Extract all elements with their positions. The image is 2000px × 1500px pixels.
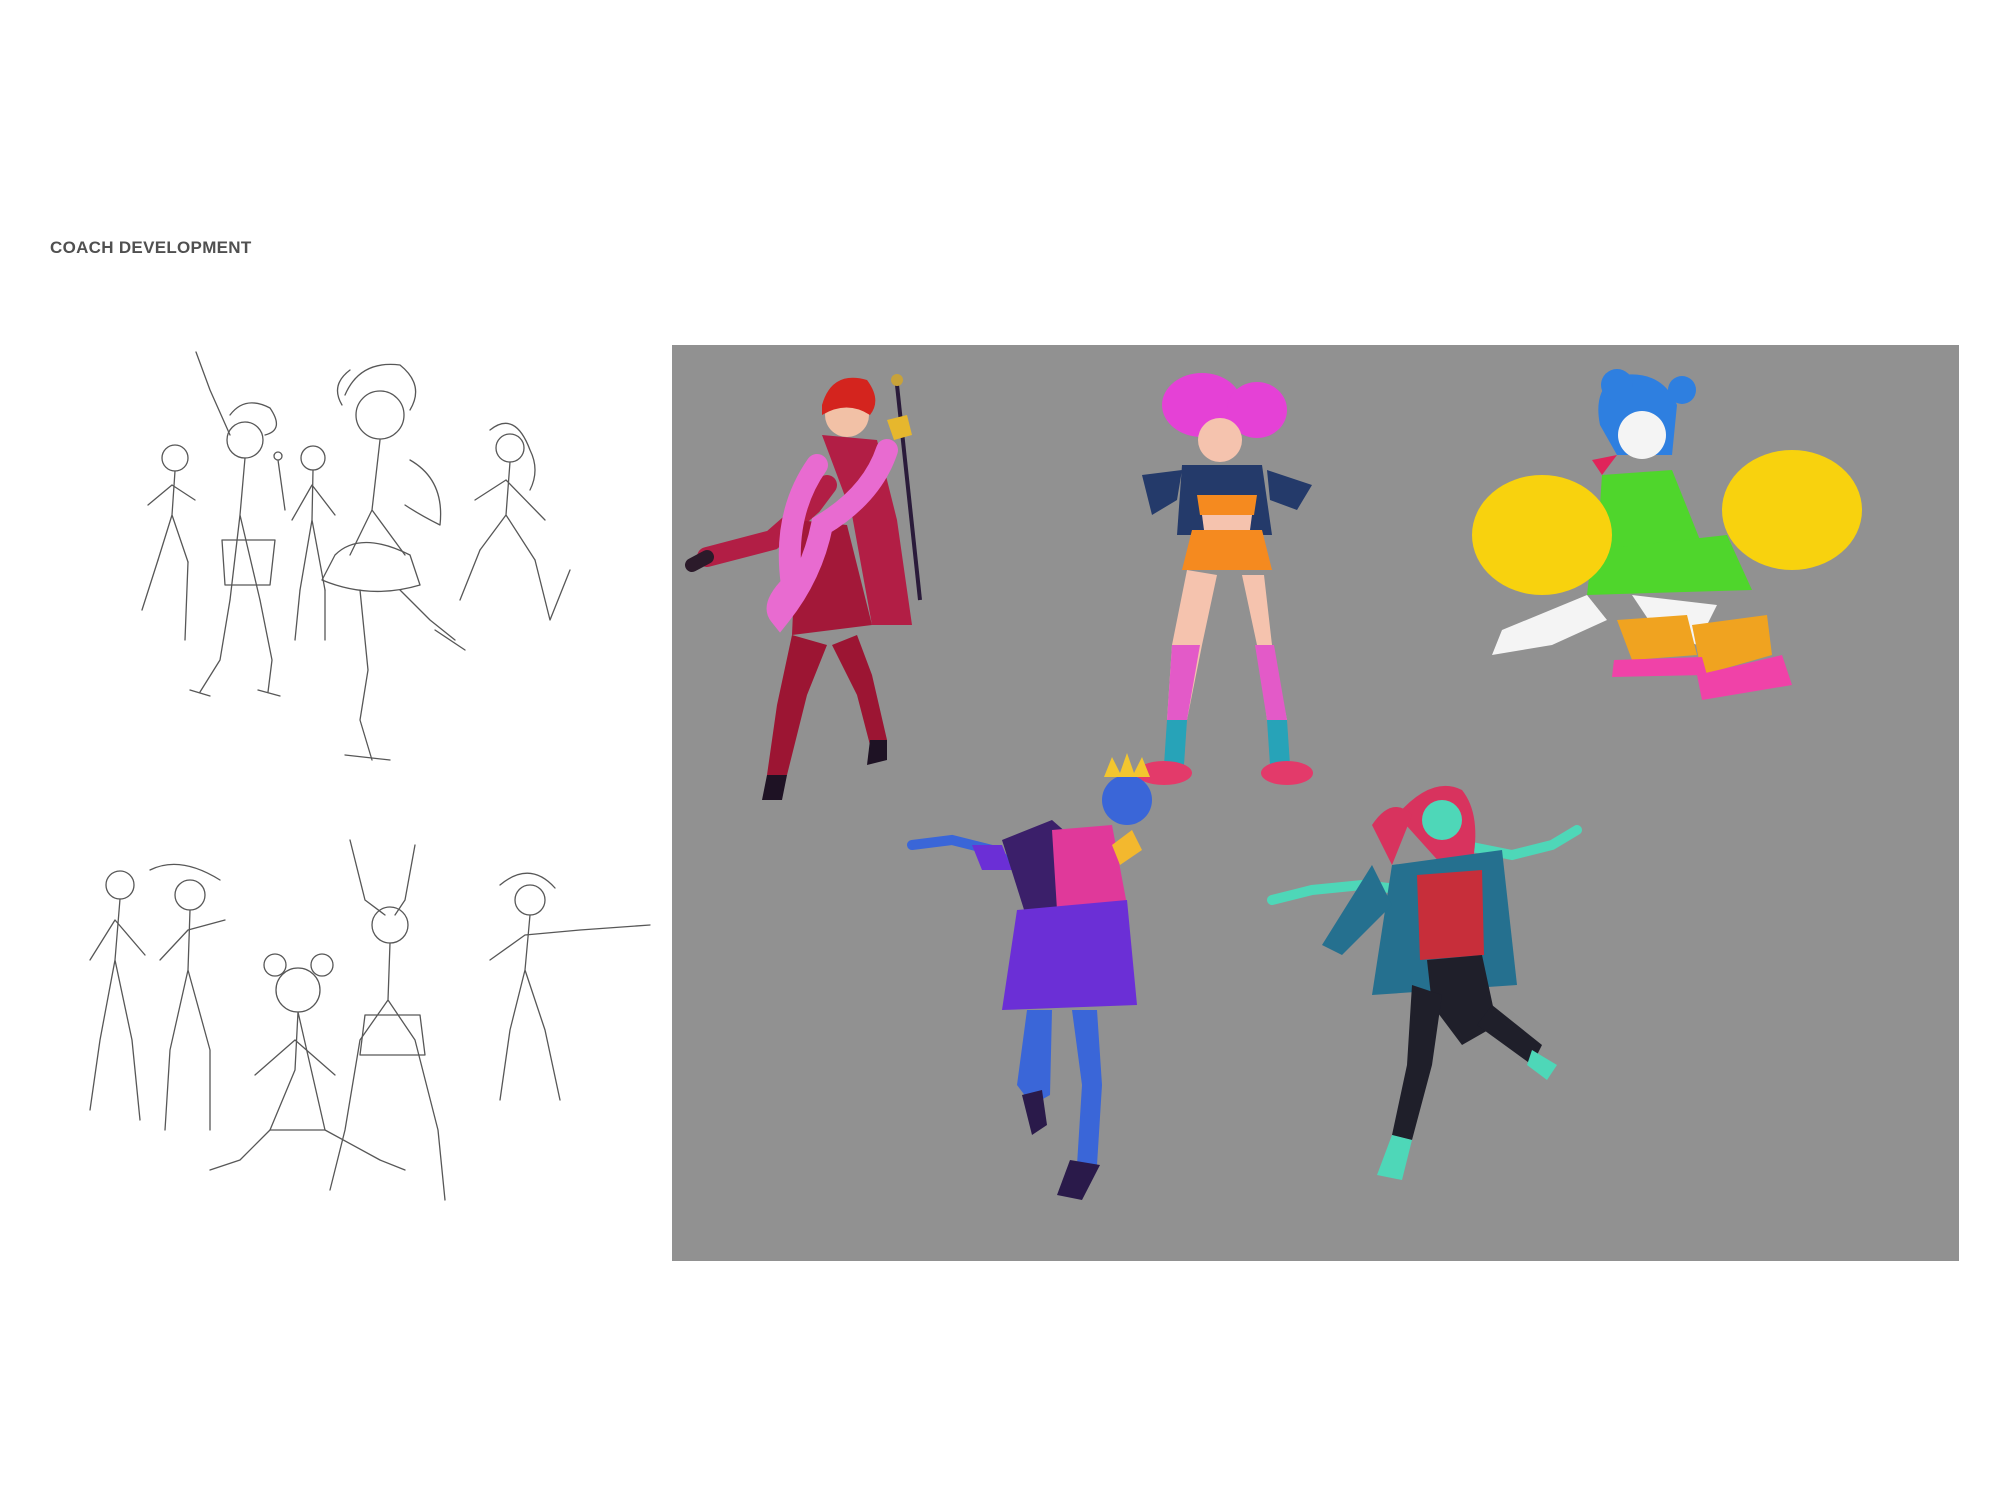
color-concepts-panel: [672, 345, 1959, 1261]
coach-color-illustrations: [685, 369, 1862, 1200]
sketch-group-top: [141, 351, 571, 761]
sketch-studies: [60, 340, 680, 1280]
sketch-group-bottom: [89, 839, 651, 1201]
page-title: COACH DEVELOPMENT: [50, 238, 252, 257]
cheerleader-coach-icon: [1472, 369, 1862, 700]
sketch-figures-illustration: [89, 351, 651, 1201]
king-coach-icon: [907, 753, 1152, 1200]
red-suit-coach-icon: [685, 374, 922, 800]
teal-skin-coach-icon: [1267, 785, 1582, 1180]
orange-outfit-coach-icon: [1136, 373, 1313, 785]
